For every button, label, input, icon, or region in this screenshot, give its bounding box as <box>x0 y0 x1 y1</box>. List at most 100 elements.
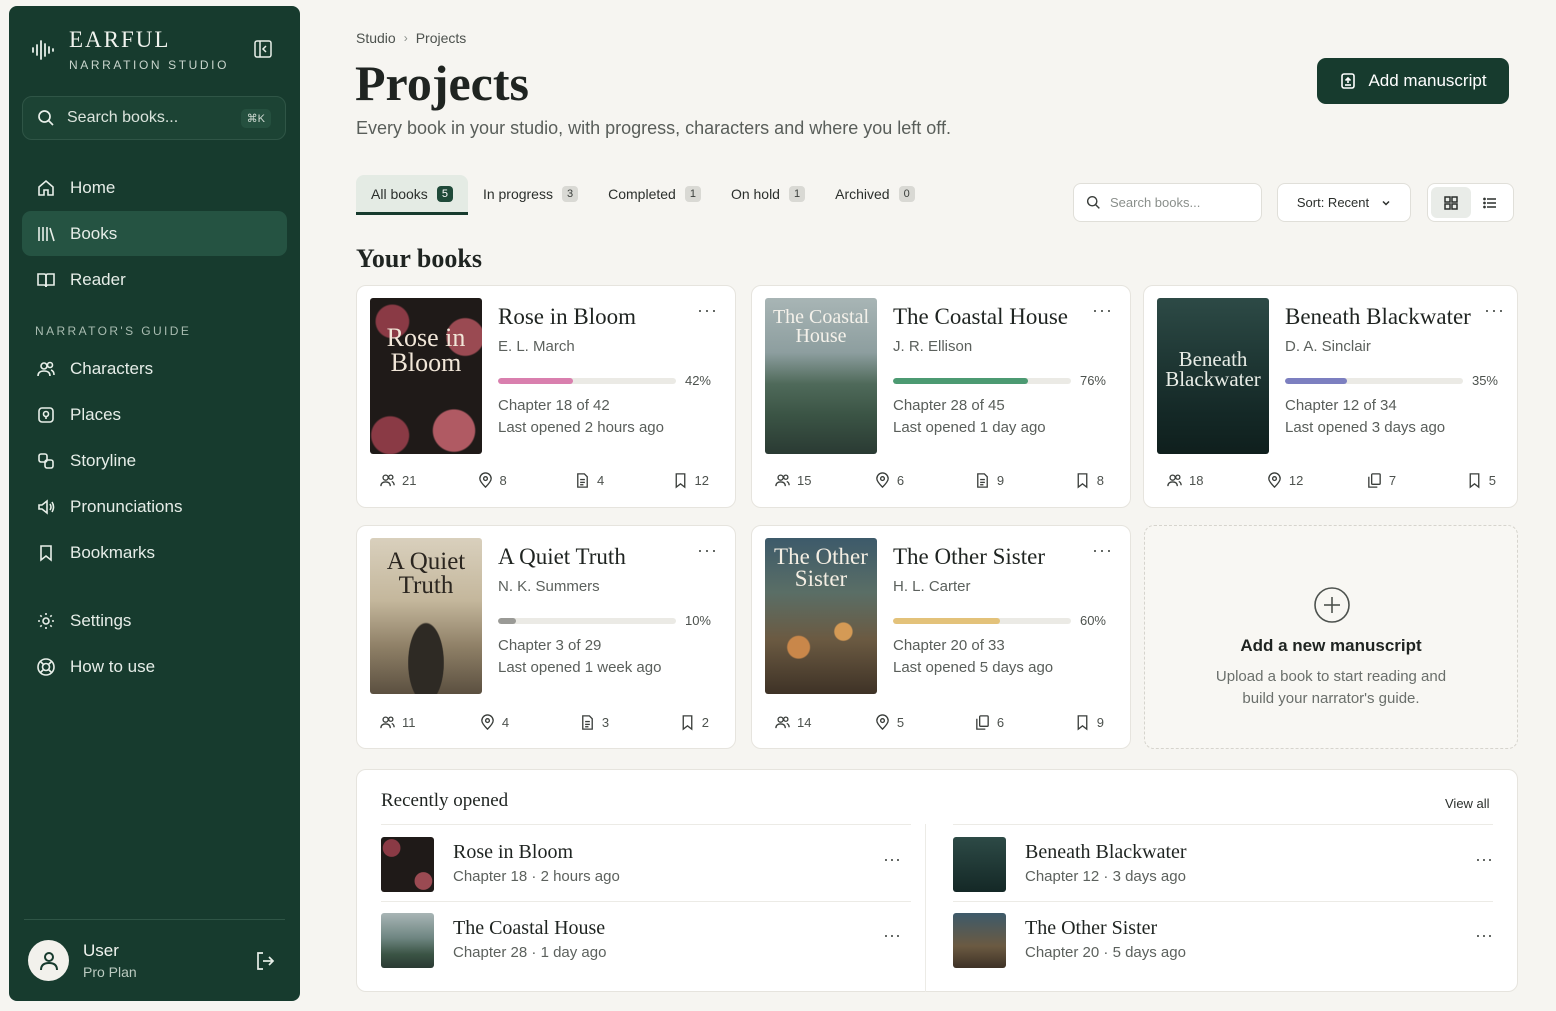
sidebar-item-reader[interactable]: Reader <box>22 257 287 302</box>
notes-stat[interactable]: 7 <box>1366 472 1438 489</box>
bookmarks-stat[interactable]: 9 <box>1074 714 1104 731</box>
notes-stat[interactable]: 3 <box>579 714 651 731</box>
bookmarks-stat[interactable]: 2 <box>679 714 709 731</box>
search-icon <box>38 110 54 126</box>
location-pin-icon <box>1268 472 1281 489</box>
recent-book-meta: Chapter 12 · 3 days ago <box>1025 868 1186 885</box>
sidebar-search-input[interactable]: Search books... <box>67 109 229 127</box>
book-card-a-quiet-truth[interactable]: A Quiet Truth A Quiet Truth N. K. Summer… <box>356 525 736 749</box>
book-card-the-other-sister[interactable]: The Other Sister The Other Sister H. L. … <box>751 525 1131 749</box>
bookmarks-stat[interactable]: 8 <box>1074 472 1104 489</box>
characters-stat[interactable]: 18 <box>1166 472 1238 489</box>
sidebar-item-bookmarks[interactable]: Bookmarks <box>22 530 287 575</box>
sort-dropdown[interactable]: Sort: Recent <box>1277 183 1411 222</box>
sidebar-item-settings[interactable]: Settings <box>22 598 287 643</box>
add-manuscript-label: Add manuscript <box>1368 71 1487 90</box>
notes-stat[interactable]: 9 <box>974 472 1046 489</box>
notes-count: 6 <box>996 715 1005 730</box>
sidebar-item-label: Home <box>70 177 116 197</box>
characters-stat[interactable]: 21 <box>379 472 451 489</box>
more-options-icon[interactable]: ··· <box>1475 925 1493 946</box>
more-options-icon[interactable]: ··· <box>883 925 901 946</box>
sidebar-item-storyline[interactable]: Storyline <box>22 438 287 483</box>
more-options-icon[interactable]: ··· <box>883 849 901 870</box>
sidebar-item-label: Books <box>70 223 118 243</box>
user-icon <box>39 951 58 970</box>
document-icon <box>976 473 988 488</box>
places-stat[interactable]: 5 <box>874 714 946 731</box>
book-card-rose-in-bloom[interactable]: Rose in Bloom Rose in Bloom E. L. March … <box>356 285 736 508</box>
tab-count: 5 <box>436 185 453 202</box>
sidebar-item-label: Pronunciations <box>70 496 183 516</box>
tab-archived[interactable]: Archived 0 <box>820 175 930 213</box>
view-all-link[interactable]: View all <box>1445 796 1490 811</box>
breadcrumb: Studio › Projects <box>356 30 466 46</box>
more-options-icon[interactable]: ··· <box>1092 540 1113 561</box>
more-options-icon[interactable]: ··· <box>1092 300 1113 321</box>
brand[interactable]: EARFUL NARRATION STUDIO <box>31 28 229 72</box>
bookmarks-stat[interactable]: 5 <box>1466 472 1496 489</box>
places-count: 8 <box>499 473 507 488</box>
recent-item-rose-in-bloom[interactable]: Rose in Bloom Chapter 18 · 2 hours ago ·… <box>381 837 901 899</box>
progress-bar <box>893 378 1071 384</box>
grid-view-button[interactable] <box>1431 187 1471 218</box>
recent-item-the-other-sister[interactable]: The Other Sister Chapter 20 · 5 days ago… <box>953 913 1493 975</box>
notes-stat[interactable]: 4 <box>574 472 646 489</box>
user-plan: Pro Plan <box>83 964 137 980</box>
places-stat[interactable]: 6 <box>874 472 946 489</box>
sidebar-item-characters[interactable]: Characters <box>22 346 287 391</box>
recent-book-meta: Chapter 20 · 5 days ago <box>1025 944 1186 961</box>
tab-completed[interactable]: Completed 1 <box>593 175 716 213</box>
location-pin-icon <box>478 472 492 489</box>
characters-stat[interactable]: 15 <box>774 472 846 489</box>
books-search-input[interactable]: Search books... <box>1073 183 1262 222</box>
sidebar-search[interactable]: Search books... ⌘K <box>22 96 286 140</box>
chapter-progress: Chapter 12 of 34 <box>1285 397 1397 414</box>
characters-stat[interactable]: 14 <box>774 714 846 731</box>
add-manuscript-button[interactable]: Add manuscript <box>1317 58 1509 104</box>
recent-item-the-coastal-house[interactable]: The Coastal House Chapter 28 · 1 day ago… <box>381 913 901 975</box>
breadcrumb-studio[interactable]: Studio <box>356 30 396 46</box>
more-options-icon[interactable]: ··· <box>1475 849 1493 870</box>
progress-percent: 42% <box>684 373 711 388</box>
sidebar-item-how-to-use[interactable]: How to use <box>22 644 287 689</box>
bookmarks-count: 9 <box>1096 715 1104 730</box>
tab-label: Completed <box>608 186 676 202</box>
add-card-title: Add a new manuscript <box>1240 636 1422 655</box>
logout-icon[interactable] <box>254 950 276 972</box>
book-card-beneath-blackwater[interactable]: Beneath Blackwater Beneath Blackwater D.… <box>1143 285 1518 508</box>
places-stat[interactable]: 8 <box>477 472 549 489</box>
divider <box>381 824 911 825</box>
book-card-the-coastal-house[interactable]: The Coastal House The Coastal House J. R… <box>751 285 1131 508</box>
sidebar-item-label: Storyline <box>70 450 137 470</box>
sidebar-item-label: Places <box>70 404 122 424</box>
places-stat[interactable]: 4 <box>479 714 551 731</box>
tab-on-hold[interactable]: On hold 1 <box>716 175 820 213</box>
bookmarks-stat[interactable]: 12 <box>672 472 709 489</box>
sidebar-item-places[interactable]: Places <box>22 392 287 437</box>
more-options-icon[interactable]: ··· <box>697 540 718 561</box>
tab-in-progress[interactable]: In progress 3 <box>468 175 593 213</box>
characters-count: 15 <box>797 473 812 488</box>
grid-icon <box>1444 195 1458 210</box>
places-stat[interactable]: 12 <box>1266 472 1338 489</box>
document-icon <box>577 473 588 488</box>
characters-stat[interactable]: 11 <box>379 714 451 731</box>
book-cover-image: A Quiet Truth <box>370 538 482 694</box>
collapse-sidebar-icon[interactable] <box>253 39 273 59</box>
add-new-manuscript-card[interactable]: Add a new manuscript Upload a book to st… <box>1144 525 1518 749</box>
sidebar-item-home[interactable]: Home <box>22 165 287 210</box>
cover-title: Rose in Bloom <box>386 323 466 377</box>
recent-item-beneath-blackwater[interactable]: Beneath Blackwater Chapter 12 · 3 days a… <box>953 837 1493 899</box>
places-count: 12 <box>1288 473 1304 488</box>
notes-stat[interactable]: 6 <box>974 714 1046 731</box>
speaker-icon <box>38 498 55 515</box>
sidebar-item-books[interactable]: Books <box>22 211 287 256</box>
book-thumbnail <box>953 913 1006 968</box>
more-options-icon[interactable]: ··· <box>1484 300 1505 321</box>
tab-all-books[interactable]: All books 5 <box>356 175 468 215</box>
sidebar-item-pronunciations[interactable]: Pronunciations <box>22 484 287 529</box>
more-options-icon[interactable]: ··· <box>697 300 718 321</box>
list-view-button[interactable] <box>1471 187 1511 218</box>
user-profile[interactable]: User Pro Plan <box>28 940 137 981</box>
